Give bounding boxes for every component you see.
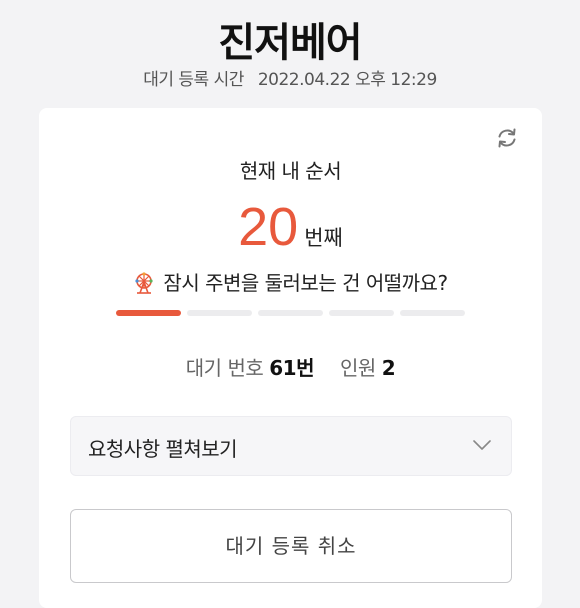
request-toggle[interactable]: 요청사항 펼쳐보기 [70,416,512,476]
queue-progress [116,310,466,316]
progress-segment [116,310,181,316]
store-name: 진저베어 [218,20,362,66]
progress-segment [187,310,252,316]
progress-segment [329,310,394,316]
waiting-number-label: 대기 번호 [185,356,264,380]
current-order-label: 현재 내 순서 [239,159,342,183]
order-number: 20 [238,197,299,257]
registration-label: 대기 등록 시간 [143,70,244,90]
registration-time: 2022.04.22 오후 12:29 [257,70,437,90]
progress-segment [400,310,465,316]
refresh-icon [498,128,516,148]
waiting-number-value: 61번 [269,356,314,380]
queue-card: 현재 내 순서 20 번째 잠시 주변을 둘러보는 건 어떨까요? 대기 번호 … [39,108,542,608]
suggestion-message: 잠시 주변을 둘러보는 건 어떨까요? [39,267,542,299]
order-unit: 번째 [304,226,343,250]
cancel-registration-button[interactable]: 대기 등록 취소 [70,509,512,583]
chevron-down-icon [473,440,491,450]
ferris-wheel-icon [133,272,155,299]
party-size-label: 인원 [339,356,376,380]
request-toggle-label: 요청사항 펼쳐보기 [88,437,238,461]
registration-info: 대기 등록 시간 2022.04.22 오후 12:29 [0,65,580,90]
waiting-info: 대기 번호 61번 인원 2 [39,352,542,381]
suggestion-text: 잠시 주변을 둘러보는 건 어떨까요? [163,271,448,295]
page-header: 진저베어 대기 등록 시간 2022.04.22 오후 12:29 [0,0,580,108]
progress-segment [258,310,323,316]
party-size-value: 2 [381,356,396,380]
refresh-button[interactable] [495,126,519,150]
current-order: 20 번째 [39,196,542,258]
